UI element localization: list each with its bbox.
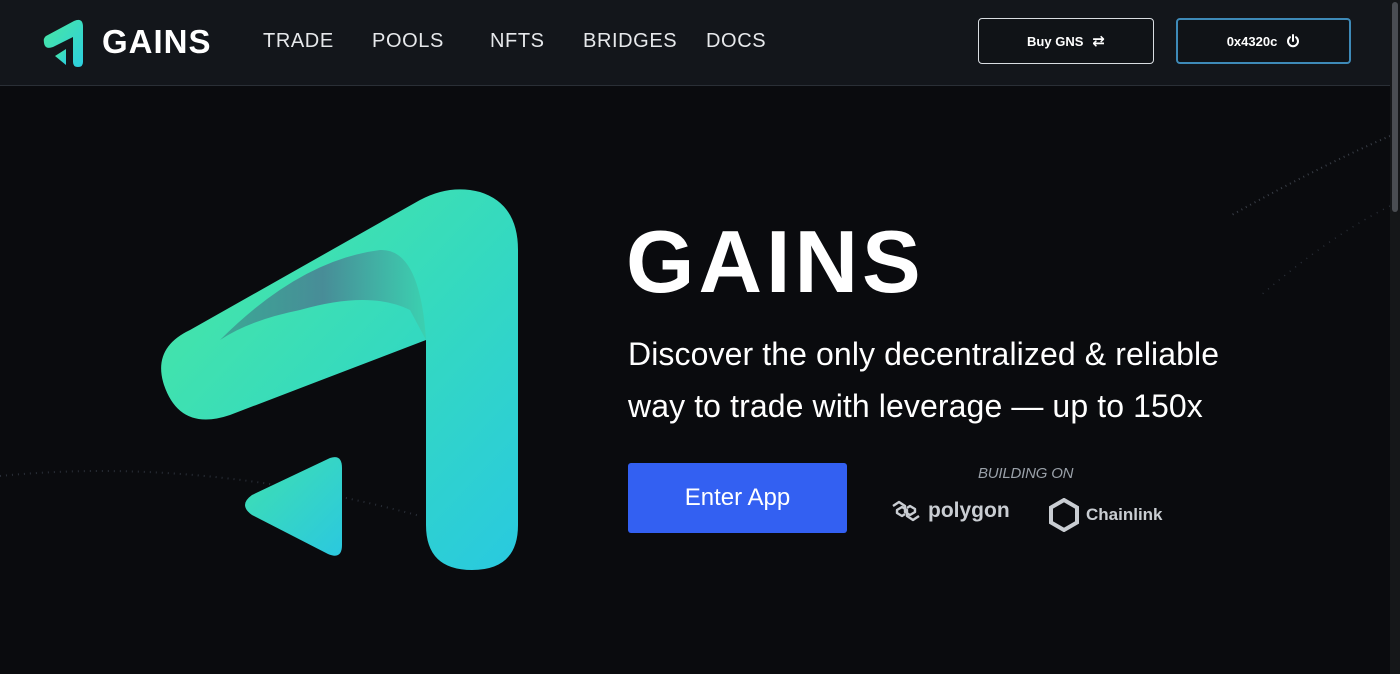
enter-app-label: Enter App — [684, 484, 791, 511]
chainlink-partner-logo[interactable]: Chainlink — [1048, 498, 1163, 532]
chainlink-label: Chainlink — [1086, 505, 1163, 524]
polygon-label: polygon — [928, 499, 1010, 522]
hero-title: GAINS — [626, 212, 925, 311]
enter-app-button[interactable]: Enter App — [628, 463, 847, 533]
buy-gns-button[interactable]: Buy GNS ⇄ — [978, 18, 1154, 64]
gains-logo-icon — [43, 19, 83, 67]
buy-gns-label: Buy GNS — [1027, 33, 1084, 49]
nav-nfts[interactable]: NFTS — [490, 30, 545, 53]
polygon-icon — [892, 500, 920, 522]
chainlink-hexagon-icon — [1049, 498, 1079, 532]
hero-subtitle: Discover the only decentralized & reliab… — [628, 336, 1220, 424]
nav-pools[interactable]: POOLS — [372, 30, 444, 53]
brand-name: GAINS — [102, 23, 212, 60]
page-scrollbar[interactable] — [1390, 0, 1400, 674]
hero-gains-logo — [161, 189, 518, 571]
top-navbar: GAINS TRADE POOLS NFTS BRIDGES DOCS Buy … — [0, 0, 1390, 86]
swap-arrows-icon: ⇄ — [1092, 33, 1105, 50]
wallet-address: 0x4320c — [1226, 33, 1278, 49]
power-icon — [1286, 34, 1300, 48]
scrollbar-thumb[interactable] — [1392, 2, 1398, 212]
polygon-partner-logo[interactable]: polygon — [890, 498, 1010, 524]
nav-bridges[interactable]: BRIDGES — [583, 30, 677, 53]
brand[interactable]: GAINS — [40, 17, 212, 67]
nav-trade[interactable]: TRADE — [263, 30, 334, 53]
nav-docs[interactable]: DOCS — [706, 30, 766, 53]
building-on-label: BUILDING ON — [978, 465, 1074, 482]
wallet-button[interactable]: 0x4320c — [1176, 18, 1351, 64]
